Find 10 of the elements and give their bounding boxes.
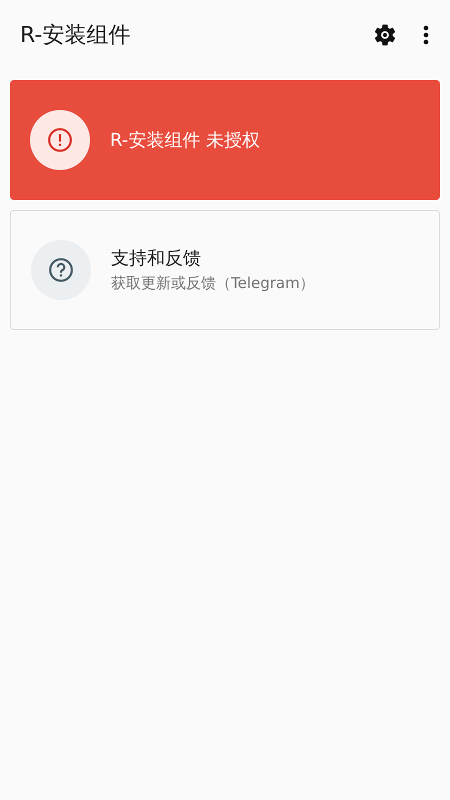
card-title: R-安装组件 未授权 (110, 128, 260, 152)
support-card[interactable]: 支持和反馈 获取更新或反馈（Telegram） (10, 210, 440, 330)
app-title: R-安装组件 (20, 22, 132, 50)
more-options-icon (422, 23, 430, 47)
license-warning-card[interactable]: R-安装组件 未授权 (10, 80, 440, 200)
help-icon (48, 257, 74, 283)
card-title: 支持和反馈 (111, 247, 202, 272)
settings-icon (372, 22, 398, 48)
card-subtitle: 获取更新或反馈（Telegram） (111, 273, 315, 294)
alert-icon (47, 127, 73, 153)
